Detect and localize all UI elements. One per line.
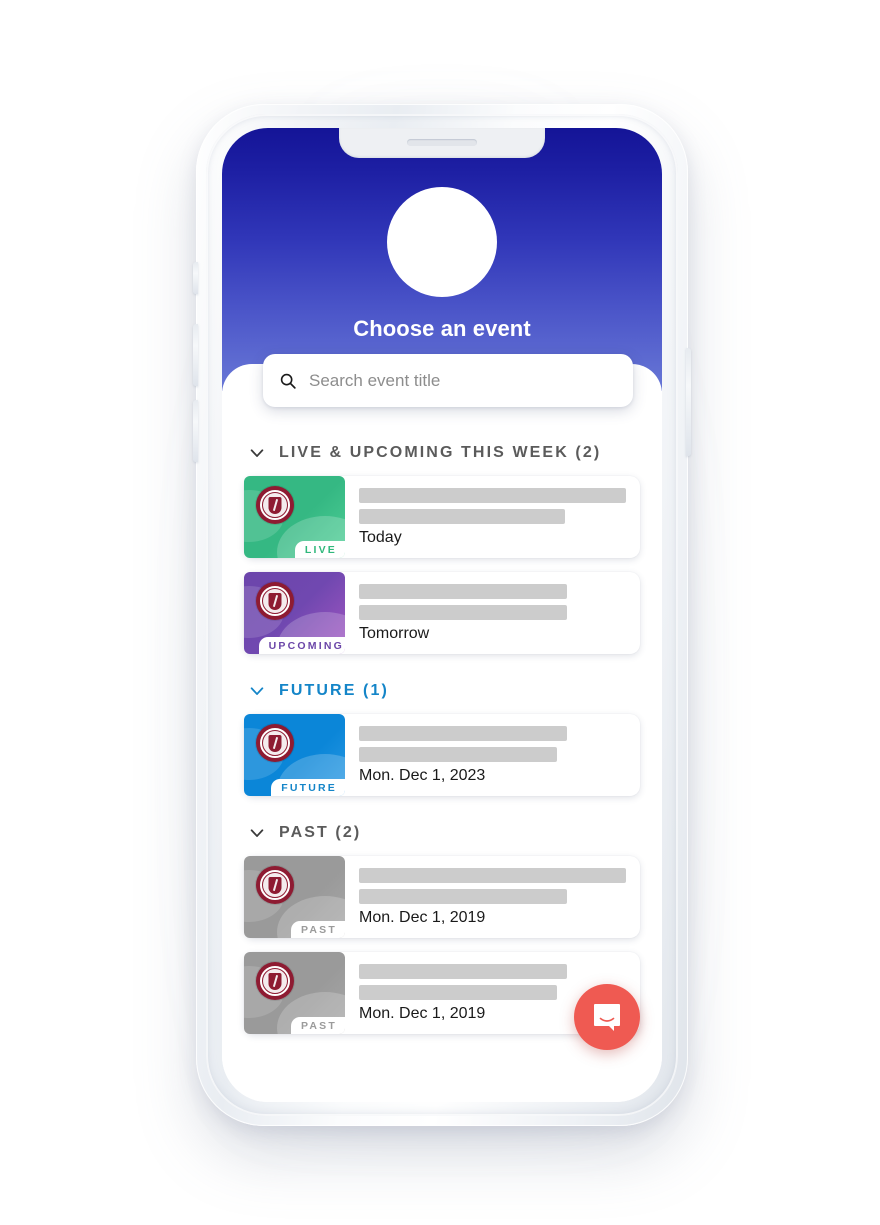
phone-screen: Choose an event LIVE & UPCOMING THI [222, 128, 662, 1102]
chat-launcher-button[interactable] [574, 984, 640, 1050]
power-button[interactable] [686, 348, 691, 456]
event-card-body: Today [345, 476, 640, 558]
event-card-body: Tomorrow [345, 572, 640, 654]
volume-up-button[interactable] [193, 324, 198, 386]
section-label: LIVE & UPCOMING THIS WEEK (2) [279, 444, 602, 461]
chevron-down-icon [250, 687, 264, 695]
search-bar[interactable] [263, 354, 633, 407]
title-placeholder-line [359, 605, 568, 620]
title-placeholder-line [359, 868, 626, 883]
section-header-past[interactable]: PAST (2) [222, 818, 662, 848]
title-placeholder-line [359, 584, 568, 599]
section-label: FUTURE (1) [279, 682, 389, 699]
silent-switch-button[interactable] [193, 262, 198, 294]
title-placeholder-line [359, 509, 565, 524]
title-placeholder-line [359, 889, 568, 904]
event-thumbnail: FUTURE [244, 714, 345, 796]
screenshot-stage: Choose an event LIVE & UPCOMING THI [0, 0, 880, 1225]
event-thumbnail: PAST [244, 952, 345, 1034]
university-seal-icon [256, 486, 294, 524]
title-placeholder-line [359, 747, 557, 762]
status-badge: FUTURE [271, 778, 345, 796]
event-card[interactable]: LIVE Today [244, 476, 640, 558]
title-placeholder-line [359, 985, 557, 1000]
university-seal-icon [256, 582, 294, 620]
volume-down-button[interactable] [193, 400, 198, 462]
page-title: Choose an event [353, 316, 531, 341]
chat-bubble-icon [594, 1004, 620, 1031]
event-thumbnail: UPCOMING [244, 572, 345, 654]
device-notch [339, 128, 545, 158]
title-placeholder-line [359, 964, 568, 979]
event-date: Mon. Dec 1, 2019 [359, 1005, 486, 1022]
university-seal-icon [256, 724, 294, 762]
avatar [387, 187, 497, 297]
section-header-future[interactable]: FUTURE (1) [222, 676, 662, 706]
hero-header: Choose an event [222, 128, 662, 391]
search-icon [280, 373, 296, 389]
status-badge: LIVE [294, 540, 345, 558]
status-badge: UPCOMING [258, 636, 345, 654]
event-thumbnail: PAST [244, 856, 345, 938]
section-header-live-upcoming[interactable]: LIVE & UPCOMING THIS WEEK (2) [222, 438, 662, 468]
section-label: PAST (2) [279, 824, 362, 841]
event-thumbnail: LIVE [244, 476, 345, 558]
earpiece-speaker-icon [407, 139, 477, 146]
event-card[interactable]: PAST Mon. Dec 1, 2019 [244, 856, 640, 938]
title-placeholder-line [359, 488, 626, 503]
event-date: Mon. Dec 1, 2019 [359, 909, 486, 926]
event-card-body: Mon. Dec 1, 2019 [345, 856, 640, 938]
university-seal-icon [256, 962, 294, 1000]
search-input[interactable] [309, 370, 617, 391]
status-badge: PAST [290, 1016, 345, 1034]
university-seal-icon [256, 866, 294, 904]
event-card[interactable]: FUTURE Mon. Dec 1, 2023 [244, 714, 640, 796]
event-date: Mon. Dec 1, 2023 [359, 767, 486, 784]
title-placeholder-line [359, 726, 568, 741]
event-date: Tomorrow [359, 625, 430, 642]
chevron-down-icon [250, 829, 264, 837]
event-date: Today [359, 529, 402, 546]
event-card-body: Mon. Dec 1, 2023 [345, 714, 640, 796]
event-card[interactable]: UPCOMING Tomorrow [244, 572, 640, 654]
status-badge: PAST [290, 920, 345, 938]
chevron-down-icon [250, 449, 264, 457]
